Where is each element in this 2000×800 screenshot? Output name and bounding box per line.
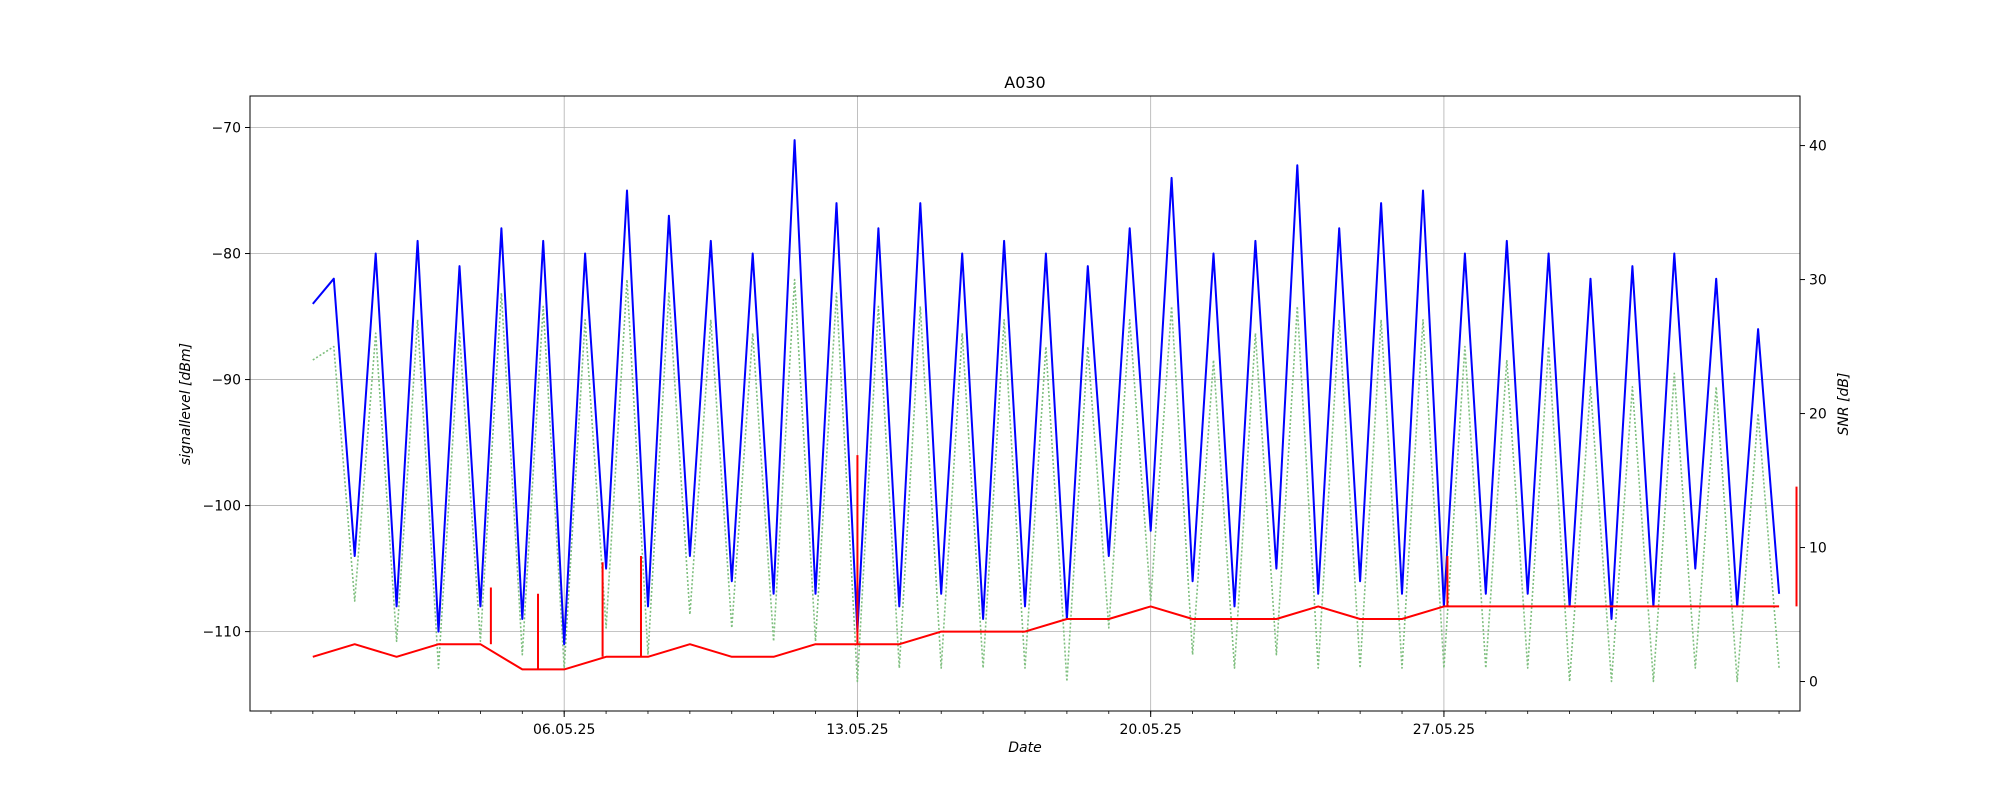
left-tick-label: −70 [211, 121, 241, 137]
x-tick-label: 13.05.25 [826, 722, 888, 738]
x-tick-label: 20.05.25 [1120, 722, 1182, 738]
left-y-axis: −70 −80 −90 −100 −110 [203, 121, 250, 641]
left-y-axis-label: signallevel [dBm] [178, 343, 194, 465]
x-axis: 06.05.25 13.05.25 20.05.25 27.05.25 [270, 711, 1780, 738]
left-tick-label: −90 [211, 373, 241, 389]
right-tick-label: 10 [1809, 541, 1827, 557]
left-tick-label: −100 [203, 499, 241, 515]
x-axis-label: Date [1008, 740, 1041, 756]
right-tick-label: 40 [1809, 139, 1827, 155]
left-tick-label: −110 [203, 625, 241, 641]
series-line-3 [312, 605, 1780, 671]
series-layer [312, 139, 1798, 683]
plot-frame [249, 95, 1801, 712]
right-y-axis: 0 10 20 30 40 [1800, 139, 1827, 691]
x-tick-label: 06.05.25 [533, 722, 595, 738]
right-tick-label: 30 [1809, 273, 1827, 289]
right-tick-label: 0 [1809, 675, 1818, 691]
right-tick-label: 20 [1809, 407, 1827, 423]
series-line-1 [312, 139, 1781, 646]
left-tick-label: −80 [211, 247, 241, 263]
right-y-axis-label: SNR [dB] [1836, 373, 1852, 436]
x-tick-label: 27.05.25 [1413, 722, 1475, 738]
chart-title: A030 [1004, 73, 1045, 92]
chart-figure: A030 −70 −80 −90 −100 −110 0 10 20 30 40 06.05.2… [178, 73, 1852, 756]
series-line-2 [312, 278, 1780, 683]
grid-lines [250, 96, 1800, 711]
